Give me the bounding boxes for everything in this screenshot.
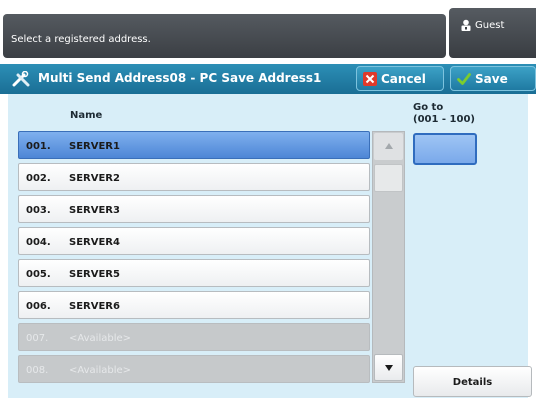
goto-label-line1: Go to — [413, 102, 444, 113]
scroll-up-button[interactable] — [374, 133, 403, 160]
row-number: 005. — [26, 269, 51, 280]
row-name: SERVER5 — [69, 269, 120, 280]
row-name: <Available> — [69, 333, 132, 344]
save-button[interactable]: Save — [450, 66, 536, 91]
row-name: <Available> — [69, 365, 132, 376]
row-name: SERVER6 — [69, 301, 120, 312]
message-text: Select a registered address. — [11, 34, 151, 45]
row-name: SERVER1 — [69, 141, 120, 152]
list-item[interactable]: 003. SERVER3 — [18, 195, 370, 223]
user-label: Guest — [475, 20, 505, 31]
row-name: SERVER3 — [69, 205, 120, 216]
row-number: 002. — [26, 173, 51, 184]
page-title: Multi Send Address08 - PC Save Address1 — [38, 71, 322, 85]
goto-label: Go to (001 - 100) — [413, 102, 475, 126]
message-area: Select a registered address. — [3, 14, 446, 58]
cancel-icon — [363, 72, 377, 86]
list-item[interactable]: 002. SERVER2 — [18, 163, 370, 191]
details-button[interactable]: Details — [413, 366, 532, 397]
scroll-thumb[interactable] — [374, 164, 403, 192]
save-label: Save — [475, 72, 508, 86]
goto-label-line2: (001 - 100) — [413, 114, 476, 125]
list-item[interactable]: 007. <Available> — [18, 323, 370, 351]
scrollbar[interactable] — [372, 131, 405, 383]
row-number: 001. — [26, 141, 51, 152]
cancel-button[interactable]: Cancel — [356, 66, 444, 91]
row-number: 007. — [26, 333, 49, 344]
column-header-name: Name — [70, 110, 103, 121]
row-name: SERVER2 — [69, 173, 120, 184]
person-lock-icon — [461, 19, 471, 31]
goto-input[interactable] — [413, 133, 477, 165]
row-number: 003. — [26, 205, 51, 216]
scroll-down-button[interactable] — [374, 354, 403, 381]
row-number: 006. — [26, 301, 51, 312]
list-item[interactable]: 006. SERVER6 — [18, 291, 370, 319]
row-name: SERVER4 — [69, 237, 120, 248]
cancel-label: Cancel — [381, 72, 426, 86]
row-number: 008. — [26, 365, 49, 376]
user-button[interactable]: Guest — [449, 8, 536, 58]
status-bar: Select a registered address. Guest — [0, 0, 536, 64]
checkmark-icon — [457, 73, 471, 85]
list-item[interactable]: 001. SERVER1 — [18, 131, 370, 159]
list-item[interactable]: 004. SERVER4 — [18, 227, 370, 255]
tools-icon — [12, 71, 30, 87]
row-number: 004. — [26, 237, 51, 248]
triangle-up-icon — [384, 143, 393, 149]
list-item[interactable]: 005. SERVER5 — [18, 259, 370, 287]
list-item[interactable]: 008. <Available> — [18, 355, 370, 383]
triangle-down-icon — [384, 365, 393, 371]
